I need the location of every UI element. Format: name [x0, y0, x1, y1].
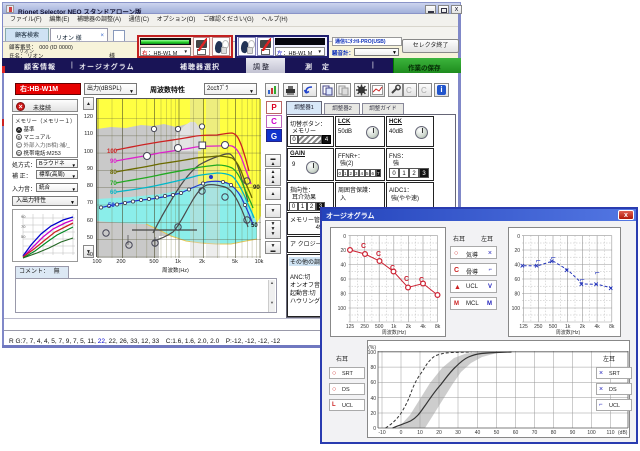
svg-text:2k: 2k [580, 324, 586, 330]
svg-text:40: 40 [370, 396, 376, 402]
svg-text:×: × [608, 284, 613, 293]
svg-text:周波数(Hz): 周波数(Hz) [382, 329, 407, 336]
svg-text:125: 125 [519, 324, 528, 330]
svg-text:70: 70 [21, 224, 26, 229]
svg-text:4k: 4k [420, 324, 426, 330]
svg-text:90: 90 [110, 159, 117, 165]
svg-text:30: 30 [455, 430, 461, 436]
svg-text:×: × [520, 262, 525, 271]
svg-text:50: 50 [251, 223, 258, 229]
svg-text:100: 100 [338, 306, 347, 312]
svg-text:100: 100 [368, 350, 376, 356]
svg-text:60: 60 [110, 190, 117, 196]
svg-text:⌐: ⌐ [536, 256, 541, 265]
svg-text:C: C [404, 276, 409, 283]
svg-text:50: 50 [494, 430, 500, 436]
svg-text:125: 125 [346, 324, 355, 330]
svg-text:70: 70 [110, 181, 117, 187]
svg-text:0: 0 [343, 234, 346, 240]
svg-text:20: 20 [514, 248, 520, 254]
svg-text:50: 50 [21, 234, 26, 239]
svg-text:20: 20 [370, 411, 376, 417]
svg-text:⌐: ⌐ [595, 268, 600, 277]
svg-text:70: 70 [532, 430, 538, 436]
svg-text:⌐: ⌐ [580, 275, 585, 284]
svg-text:80: 80 [340, 292, 346, 298]
svg-text:80: 80 [110, 170, 117, 176]
svg-text:20: 20 [340, 248, 346, 254]
svg-text:110: 110 [607, 430, 615, 436]
svg-text:2k: 2k [406, 324, 412, 330]
svg-text:周波数(Hz): 周波数(Hz) [556, 329, 581, 336]
svg-text:20: 20 [436, 430, 442, 436]
svg-text:80: 80 [514, 292, 520, 298]
svg-text:80: 80 [370, 365, 376, 371]
svg-text:4k: 4k [594, 324, 600, 330]
svg-text:0: 0 [400, 430, 403, 436]
svg-text:90: 90 [570, 430, 576, 436]
svg-text:×: × [594, 280, 599, 289]
svg-text:×: × [564, 266, 569, 275]
svg-text:C: C [419, 277, 424, 284]
svg-text:100: 100 [587, 430, 596, 436]
svg-text:50: 50 [108, 203, 115, 209]
svg-text:40: 40 [340, 263, 346, 269]
svg-text:(dB): (dB) [618, 430, 628, 436]
svg-text:90: 90 [253, 185, 260, 191]
svg-text:C: C [390, 265, 395, 272]
svg-text:C: C [361, 243, 366, 250]
svg-text:60: 60 [514, 277, 520, 283]
svg-text:100: 100 [107, 149, 118, 155]
svg-text:⌐: ⌐ [551, 253, 556, 262]
svg-text:C: C [421, 86, 427, 95]
svg-text:0: 0 [517, 234, 520, 240]
svg-text:C: C [406, 86, 412, 95]
svg-text:8k: 8k [435, 324, 441, 330]
svg-text:100: 100 [512, 306, 521, 312]
svg-text:60: 60 [370, 380, 376, 386]
svg-text:40: 40 [514, 263, 520, 269]
svg-text:8k: 8k [609, 324, 615, 330]
svg-text:C: C [376, 251, 381, 258]
svg-text:90: 90 [21, 214, 26, 219]
svg-text:-10: -10 [378, 430, 385, 436]
svg-text:60: 60 [513, 430, 519, 436]
svg-text:60: 60 [340, 277, 346, 283]
svg-text:250: 250 [360, 324, 369, 330]
svg-text:40: 40 [475, 430, 481, 436]
svg-text:250: 250 [534, 324, 543, 330]
svg-text:80: 80 [551, 430, 557, 436]
svg-text:10: 10 [417, 430, 423, 436]
svg-text:0: 0 [373, 426, 376, 432]
